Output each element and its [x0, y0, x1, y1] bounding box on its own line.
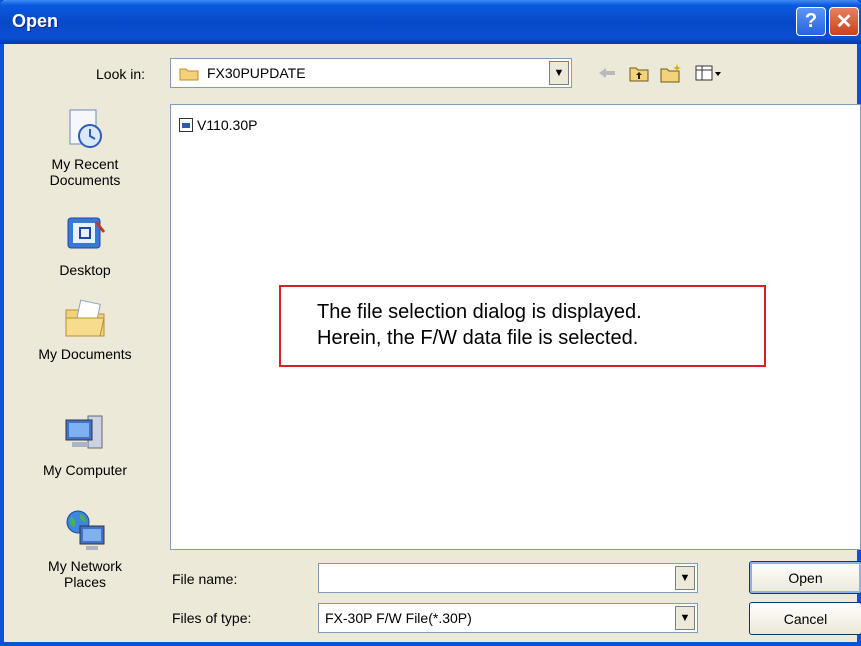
help-button[interactable]: ? — [796, 7, 826, 36]
chevron-down-icon: ▼ — [679, 572, 691, 584]
my-documents-icon — [65, 299, 105, 337]
open-dialog: Open ? ✕ Look in: FX30PUPDATE ▼ My Recen… — [0, 0, 861, 646]
title-bar[interactable]: Open ? ✕ — [0, 0, 861, 44]
desktop-icon — [67, 217, 106, 249]
look-in-dropdown-button[interactable]: ▼ — [549, 61, 569, 85]
recent-documents-icon — [69, 109, 102, 148]
place-label: My Network — [48, 558, 122, 574]
up-folder-icon[interactable] — [628, 62, 650, 84]
help-icon: ? — [804, 10, 818, 32]
back-icon[interactable] — [596, 62, 618, 84]
file-name-combo[interactable]: ▼ — [318, 563, 698, 593]
annotation-line: The file selection dialog is displayed. — [317, 301, 642, 323]
file-icon — [179, 118, 193, 132]
place-label: My Computer — [42, 462, 128, 478]
places-bar: My Recent Documents Desktop My Documents — [10, 98, 160, 602]
files-of-type-dropdown-button[interactable]: ▼ — [675, 606, 695, 630]
look-in-label: Look in: — [96, 66, 146, 82]
place-label: My Documents — [38, 346, 132, 362]
place-desktop[interactable]: Desktop — [10, 212, 160, 278]
file-name-dropdown-button[interactable]: ▼ — [675, 566, 695, 590]
annotation-line: Herein, the F/W data file is selected. — [317, 327, 639, 349]
file-name-label: File name: — [172, 571, 238, 587]
place-my-network-places[interactable]: My Network Places — [10, 508, 160, 590]
close-icon: ✕ — [835, 11, 853, 33]
files-of-type-select[interactable]: FX-30P F/W File(*.30P) ▼ — [318, 603, 698, 633]
files-of-type-label: Files of type: — [172, 610, 252, 626]
my-computer-icon — [65, 415, 103, 449]
close-button[interactable]: ✕ — [829, 7, 859, 36]
window-title: Open — [12, 11, 59, 31]
network-places-icon — [66, 510, 105, 550]
place-label: Places — [63, 574, 107, 590]
views-menu-icon[interactable] — [694, 62, 724, 84]
folder-icon — [179, 68, 199, 81]
look-in-combo[interactable]: FX30PUPDATE ▼ — [170, 58, 572, 88]
list-item[interactable]: V110.30P — [179, 117, 257, 133]
place-my-computer[interactable]: My Computer — [10, 412, 160, 478]
place-label: Documents — [49, 172, 121, 188]
new-folder-icon[interactable] — [660, 62, 682, 84]
annotation-callout: The file selection dialog is displayed. … — [279, 285, 766, 367]
open-button[interactable]: Open — [749, 561, 861, 594]
place-label: Desktop — [59, 262, 111, 278]
place-my-documents[interactable]: My Documents — [10, 296, 160, 362]
cancel-button[interactable]: Cancel — [749, 602, 861, 635]
file-name: V110.30P — [197, 117, 258, 133]
place-label: My Recent — [51, 156, 119, 172]
place-my-recent-documents[interactable]: My Recent Documents — [10, 106, 160, 188]
files-of-type-value: FX-30P F/W File(*.30P) — [325, 610, 472, 626]
chevron-down-icon: ▼ — [679, 612, 691, 624]
chevron-down-icon: ▼ — [553, 67, 565, 79]
look-in-value: FX30PUPDATE — [207, 65, 306, 81]
